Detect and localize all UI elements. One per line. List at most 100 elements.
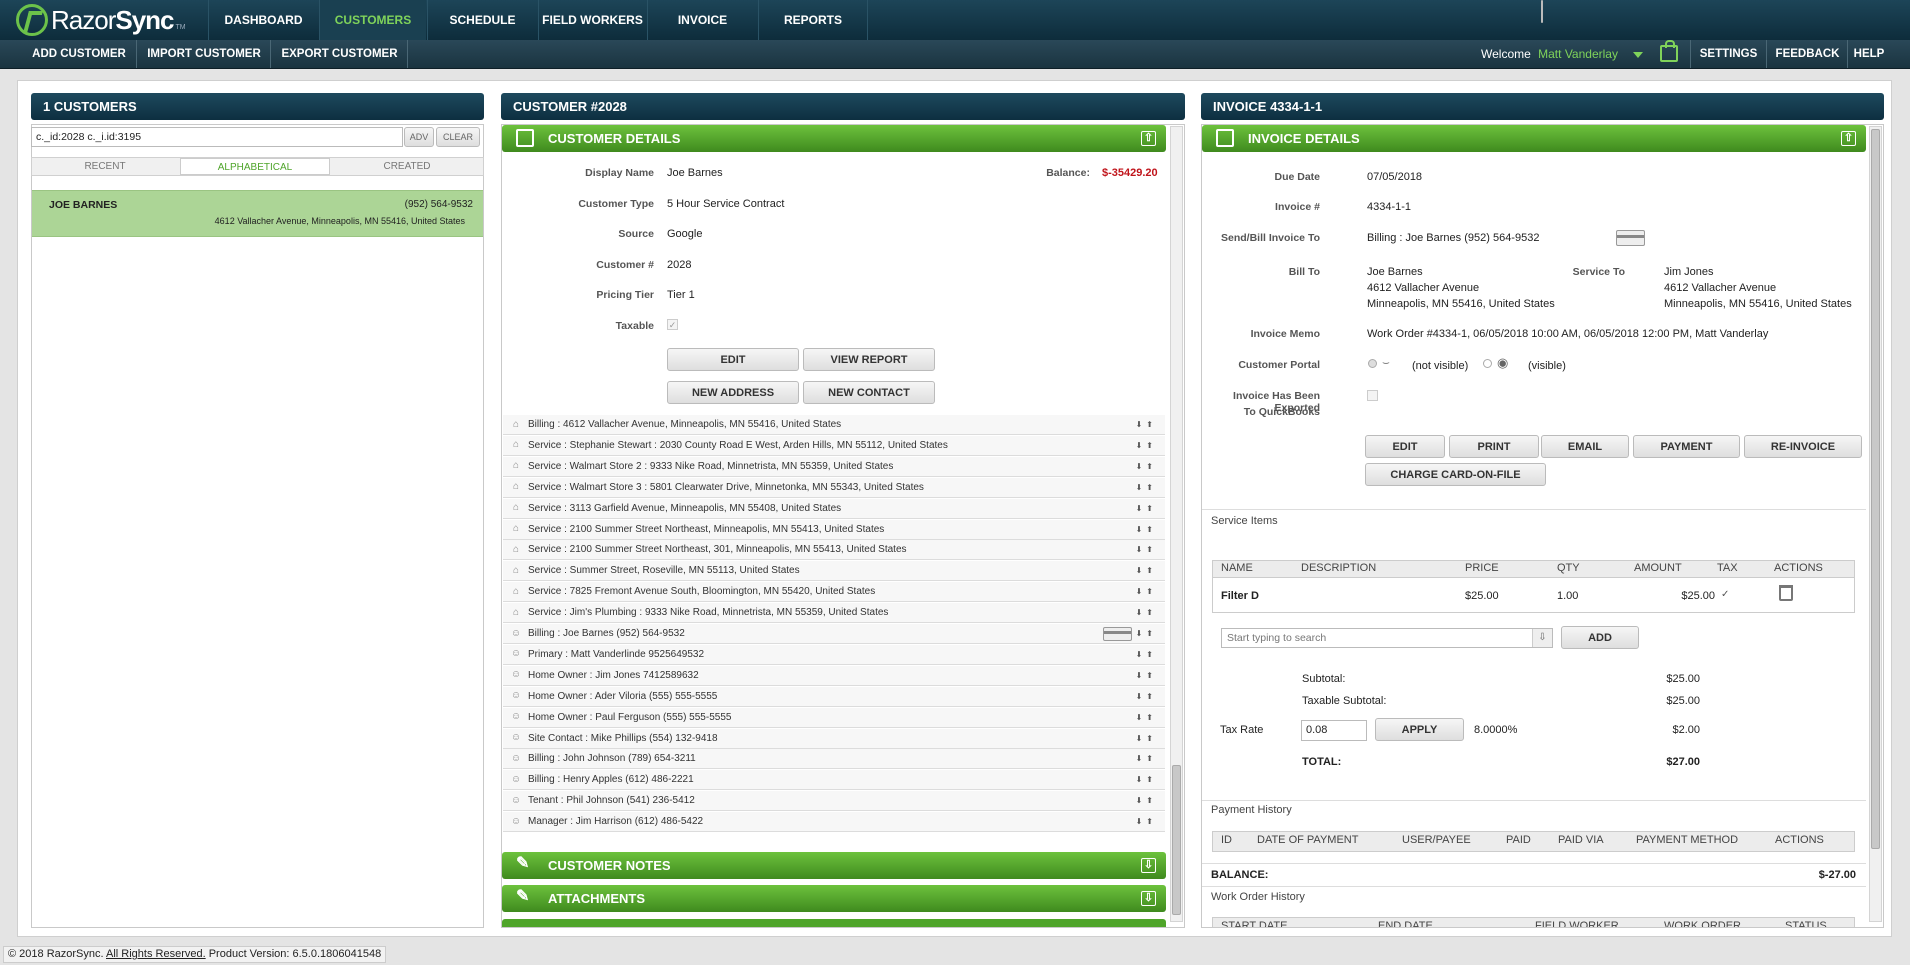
move-arrows-icon[interactable]: ⬇⬆ bbox=[1136, 483, 1157, 492]
trash-icon[interactable] bbox=[1779, 585, 1793, 601]
advanced-search-button[interactable]: ADV bbox=[404, 127, 434, 147]
edit-customer-button[interactable]: EDIT bbox=[667, 348, 799, 371]
contact-row[interactable]: ☺ Home Owner : Paul Ferguson (555) 555-55… bbox=[503, 707, 1165, 728]
tab-recent[interactable]: RECENT bbox=[31, 157, 179, 176]
contact-row[interactable]: ☺ Primary : Matt Vanderlinde 9525649532 ⬇⬆ bbox=[503, 644, 1165, 665]
expand-arrow-down-icon[interactable]: ⇩ bbox=[1141, 858, 1156, 873]
collapse-arrow-up-icon[interactable]: ⇧ bbox=[1841, 131, 1856, 146]
add-customer-button[interactable]: ADD CUSTOMER bbox=[22, 40, 137, 68]
apply-tax-button[interactable]: APPLY bbox=[1375, 718, 1464, 741]
move-arrows-icon[interactable]: ⬇⬆ bbox=[1136, 587, 1157, 596]
tab-alphabetical[interactable]: ALPHABETICAL bbox=[180, 158, 330, 175]
customer-scrollbar[interactable] bbox=[1170, 126, 1183, 922]
move-arrows-icon[interactable]: ⬇⬆ bbox=[1136, 650, 1157, 659]
contact-row[interactable]: ☺ Home Owner : Jim Jones 7412589632 ⬇⬆ bbox=[503, 665, 1165, 686]
charge-card-button[interactable]: CHARGE CARD-ON-FILE bbox=[1365, 463, 1546, 486]
credit-card-icon[interactable] bbox=[1103, 627, 1132, 641]
address-row[interactable]: ⌂ Service : Stephanie Stewart : 2030 Coun… bbox=[503, 435, 1165, 456]
column-header[interactable]: ACTIONS bbox=[1774, 562, 1823, 574]
column-header[interactable]: DESCRIPTION bbox=[1301, 562, 1376, 574]
move-arrows-icon[interactable]: ⬇⬆ bbox=[1136, 713, 1157, 722]
column-header[interactable]: DATE OF PAYMENT bbox=[1257, 834, 1358, 846]
move-arrows-icon[interactable]: ⬇⬆ bbox=[1136, 775, 1157, 784]
tax-rate-input[interactable]: 0.08 bbox=[1301, 720, 1367, 741]
address-row[interactable]: ⌂ Service : Summer Street, Roseville, MN … bbox=[503, 561, 1165, 582]
attachments-header[interactable]: ✎ ATTACHMENTS ⇩ bbox=[502, 885, 1166, 912]
address-row[interactable]: ⌂ Billing : 4612 Vallacher Avenue, Minnea… bbox=[503, 415, 1165, 435]
item-tax-check-icon[interactable]: ✓ bbox=[1721, 589, 1729, 600]
address-row[interactable]: ⌂ Service : 2100 Summer Street Northeast,… bbox=[503, 540, 1165, 561]
import-customer-button[interactable]: IMPORT CUSTOMER bbox=[138, 40, 271, 68]
customer-scrollbar-thumb[interactable] bbox=[1172, 765, 1181, 915]
contact-row[interactable]: ☺ Home Owner : Ader Viloria (555) 555-555… bbox=[503, 686, 1165, 707]
move-arrows-icon[interactable]: ⬇⬆ bbox=[1136, 671, 1157, 680]
portal-not-visible-radio[interactable] bbox=[1368, 359, 1377, 368]
column-header[interactable]: QTY bbox=[1557, 562, 1580, 574]
move-arrows-icon[interactable]: ⬇⬆ bbox=[1136, 796, 1157, 805]
rights-link[interactable]: All Rights Reserved. bbox=[106, 948, 206, 960]
next-section-header[interactable] bbox=[502, 919, 1166, 927]
view-report-button[interactable]: VIEW REPORT bbox=[803, 348, 935, 371]
contact-row[interactable]: ☺ Tenant : Phil Johnson (541) 236-5412 ⬇⬆ bbox=[503, 791, 1165, 812]
contact-row[interactable]: ☺ Site Contact : Mike Phillips (554) 132-… bbox=[503, 728, 1165, 749]
new-address-button[interactable]: NEW ADDRESS bbox=[667, 381, 799, 404]
add-item-button[interactable]: ADD bbox=[1561, 626, 1639, 649]
column-header[interactable]: ID bbox=[1221, 834, 1232, 846]
payment-button[interactable]: PAYMENT bbox=[1633, 435, 1740, 458]
credit-card-icon[interactable] bbox=[1616, 230, 1645, 246]
column-header[interactable]: NAME bbox=[1221, 562, 1253, 574]
portal-visible-radio[interactable] bbox=[1483, 359, 1492, 368]
customer-details-header[interactable]: CUSTOMER DETAILS ⇧ bbox=[502, 125, 1166, 152]
address-row[interactable]: ⌂ Service : 7825 Fremont Avenue South, Bl… bbox=[503, 582, 1165, 603]
column-header[interactable]: AMOUNT bbox=[1634, 562, 1682, 574]
address-row[interactable]: ⌂ Service : Jim's Plumbing : 9333 Nike Ro… bbox=[503, 603, 1165, 624]
column-header[interactable]: USER/PAYEE bbox=[1402, 834, 1471, 846]
move-arrows-icon[interactable]: ⬇⬆ bbox=[1136, 629, 1157, 638]
user-menu-chevron-down-icon[interactable] bbox=[1633, 52, 1643, 58]
feedback-link[interactable]: FEEDBACK bbox=[1768, 40, 1848, 68]
dropdown-arrow-icon[interactable]: ⇩ bbox=[1532, 629, 1552, 647]
address-row[interactable]: ⌂ Service : Walmart Store 3 : 5801 Clearw… bbox=[503, 477, 1165, 498]
move-arrows-icon[interactable]: ⬇⬆ bbox=[1136, 462, 1157, 471]
contact-row[interactable]: ☺ Manager : Jim Harrison (612) 486-5422 ⬇⬆ bbox=[503, 812, 1165, 833]
export-customer-button[interactable]: EXPORT CUSTOMER bbox=[272, 40, 408, 68]
move-arrows-icon[interactable]: ⬇⬆ bbox=[1136, 441, 1157, 450]
column-header[interactable]: STATUS bbox=[1785, 919, 1827, 927]
nav-reports[interactable]: REPORTS bbox=[758, 0, 868, 40]
print-button[interactable]: PRINT bbox=[1449, 435, 1539, 458]
move-arrows-icon[interactable]: ⬇⬆ bbox=[1136, 754, 1157, 763]
move-arrows-icon[interactable]: ⬇⬆ bbox=[1136, 545, 1157, 554]
tab-created[interactable]: CREATED bbox=[333, 157, 481, 176]
customer-notes-header[interactable]: ✎ CUSTOMER NOTES ⇩ bbox=[502, 852, 1166, 879]
invoice-scrollbar-thumb[interactable] bbox=[1871, 129, 1880, 849]
move-arrows-icon[interactable]: ⬇⬆ bbox=[1136, 504, 1157, 513]
service-item-search-input[interactable]: Start typing to search bbox=[1221, 628, 1553, 648]
nav-invoice[interactable]: INVOICE bbox=[647, 0, 757, 40]
move-arrows-icon[interactable]: ⬇⬆ bbox=[1136, 817, 1157, 826]
customer-search-input[interactable]: c._id:2028 c._i.id:3195 bbox=[31, 127, 403, 147]
contact-row[interactable]: ☺ Billing : Joe Barnes (952) 564-9532 ⬇⬆ bbox=[503, 624, 1165, 644]
nav-field-workers[interactable]: FIELD WORKERS bbox=[538, 0, 646, 40]
nav-dashboard[interactable]: DASHBOARD bbox=[208, 0, 318, 40]
move-arrows-icon[interactable]: ⬇⬆ bbox=[1136, 734, 1157, 743]
move-arrows-icon[interactable]: ⬇⬆ bbox=[1136, 608, 1157, 617]
collapse-arrow-up-icon[interactable]: ⇧ bbox=[1141, 131, 1156, 146]
taxable-checkbox[interactable]: ✓ bbox=[667, 319, 678, 330]
expand-arrow-down-icon[interactable]: ⇩ bbox=[1141, 891, 1156, 906]
move-arrows-icon[interactable]: ⬇⬆ bbox=[1136, 525, 1157, 534]
table-row[interactable] bbox=[1213, 578, 1854, 612]
exported-checkbox[interactable] bbox=[1367, 390, 1378, 401]
user-name[interactable]: Matt Vanderlay bbox=[1538, 47, 1618, 61]
address-row[interactable]: ⌂ Service : Walmart Store 2 : 9333 Nike R… bbox=[503, 456, 1165, 477]
column-header[interactable]: PRICE bbox=[1465, 562, 1499, 574]
contact-row[interactable]: ☺ Billing : Henry Apples (612) 486-2221 ⬇⬆ bbox=[503, 770, 1165, 791]
customer-list-item[interactable]: JOE BARNES (952) 564-9532 4612 Vallacher… bbox=[32, 190, 483, 237]
edit-invoice-button[interactable]: EDIT bbox=[1365, 435, 1445, 458]
column-header[interactable]: PAID bbox=[1506, 834, 1531, 846]
move-arrows-icon[interactable]: ⬇⬆ bbox=[1136, 566, 1157, 575]
column-header[interactable]: END DATE bbox=[1378, 919, 1433, 927]
settings-link[interactable]: SETTINGS bbox=[1690, 40, 1767, 68]
column-header[interactable]: START DATE bbox=[1221, 919, 1287, 927]
column-header[interactable]: WORK ORDER bbox=[1664, 919, 1741, 927]
invoice-scrollbar[interactable] bbox=[1869, 126, 1882, 922]
